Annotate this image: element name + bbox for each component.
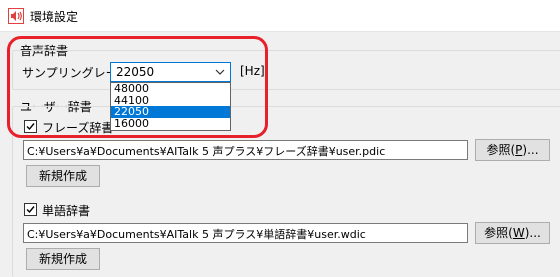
phrase-browse-button[interactable]: 参照(P)... (475, 139, 550, 161)
sampling-rate-unit: [Hz] (240, 64, 265, 78)
word-dict-path-field[interactable]: C:¥Users¥a¥Documents¥AITalk 5 声プラス¥単語辞書¥… (23, 223, 468, 243)
word-dict-path: C:¥Users¥a¥Documents¥AITalk 5 声プラス¥単語辞書¥… (27, 228, 366, 241)
phrase-new-button[interactable]: 新規作成 (26, 165, 100, 187)
word-dict-label: 単語辞書 (42, 204, 91, 218)
checkmark-icon (26, 206, 35, 214)
phrase-dict-path-field[interactable]: C:¥Users¥a¥Documents¥AITalk 5 声プラス¥フレーズ辞… (23, 140, 468, 160)
sampling-rate-dropdown: 48000 44100 22050 16000 (110, 82, 231, 131)
phrase-dict-checkbox[interactable] (24, 120, 37, 133)
sampling-rate-value: 22050 (116, 65, 155, 79)
chevron-down-icon (215, 69, 225, 75)
phrase-dict-path: C:¥Users¥a¥Documents¥AITalk 5 声プラス¥フレーズ辞… (27, 145, 386, 158)
speaker-icon (8, 8, 24, 24)
phrase-dict-label: フレーズ辞書 (42, 121, 114, 135)
sampling-rate-select[interactable]: 22050 (110, 62, 231, 82)
checkmark-icon (26, 123, 35, 131)
sampling-rate-option[interactable]: 16000 (111, 118, 230, 130)
word-dict-checkbox[interactable] (24, 203, 37, 216)
window-title: 環境設定 (30, 10, 79, 24)
word-browse-button[interactable]: 参照(W)... (475, 222, 550, 244)
word-new-button[interactable]: 新規作成 (26, 248, 100, 270)
sampling-rate-option[interactable]: 48000 (111, 83, 230, 95)
title-bar: 環境設定 (0, 0, 560, 32)
